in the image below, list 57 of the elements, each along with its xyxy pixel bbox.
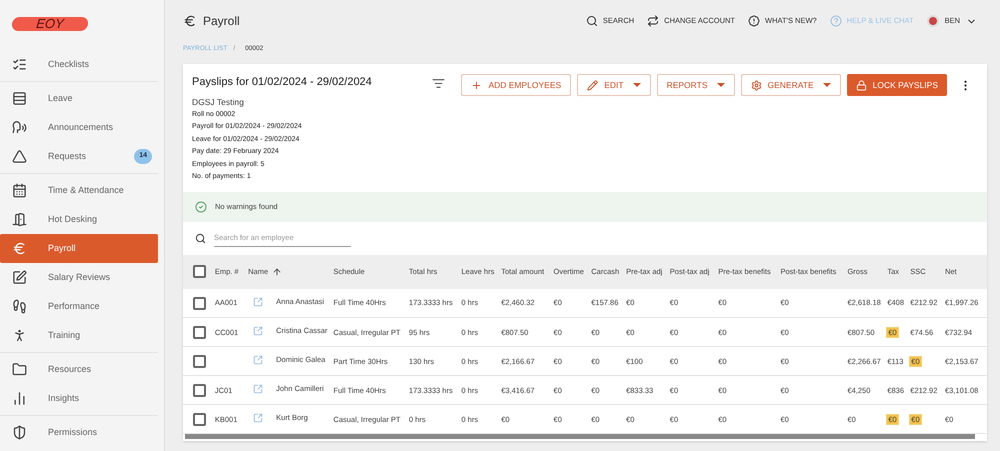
pen-square-icon: [12, 270, 27, 285]
person-icon: [12, 328, 27, 343]
caret-icon: [822, 83, 831, 87]
checkbox[interactable]: [193, 384, 206, 397]
action-button[interactable]: REPORTS: [656, 74, 734, 96]
settings-icon: [750, 80, 762, 90]
sidebar-item[interactable]: Hot Desking: [0, 205, 158, 234]
payslips-title: Payslips for 01/02/2024 - 29/02/2024: [192, 75, 373, 90]
footprints-icon: [12, 299, 27, 314]
sidebar-item[interactable]: Announcements: [0, 113, 158, 142]
swap-arrows-icon: [647, 15, 660, 27]
alert-badge-icon: [748, 15, 760, 27]
sidebar-item[interactable]: Salary Reviews: [0, 263, 158, 292]
action-button[interactable]: LOCK PAYSLIPS: [846, 74, 947, 96]
sidebar-item[interactable]: Insights: [0, 384, 158, 413]
check-circle-icon: [195, 200, 207, 213]
lock-icon: [856, 80, 867, 90]
sidebar-item[interactable]: Leave: [0, 84, 158, 113]
checklist-icon: [12, 57, 27, 72]
plus-icon: [471, 80, 482, 90]
triangle-icon: [12, 149, 27, 164]
checkbox[interactable]: [193, 412, 206, 426]
sidebar-item[interactable]: Training: [0, 321, 158, 350]
sidebar-item[interactable]: Resources: [0, 355, 158, 384]
company-name: DGSJ Testing: [192, 96, 245, 109]
action-button[interactable]: GENERATE: [740, 74, 841, 96]
checkbox[interactable]: [193, 326, 206, 339]
filter-icon[interactable]: [432, 77, 446, 90]
search-icon: [586, 15, 598, 27]
door-icon: [12, 212, 27, 227]
calendar-icon: [12, 183, 27, 198]
caret-icon: [716, 83, 724, 87]
help-icon: [830, 15, 842, 27]
checkbox[interactable]: [193, 265, 206, 278]
page-title: Payroll: [203, 13, 241, 30]
sidebar-item[interactable]: Payroll: [0, 234, 158, 263]
checkbox[interactable]: [193, 354, 206, 368]
folder-icon: [12, 362, 27, 377]
sidebar-item[interactable]: Time & Attendance: [0, 176, 158, 205]
sidebar-item[interactable]: Permissions: [0, 418, 158, 447]
logo[interactable]: EOY: [11, 17, 89, 31]
shield-icon: [12, 425, 27, 440]
action-button[interactable]: ADD EMPLOYEES: [461, 74, 572, 96]
search-icon: [195, 232, 206, 244]
speaking-person-icon: [12, 120, 27, 135]
bar-chart-icon: [12, 391, 27, 406]
rows-icon: [12, 91, 27, 106]
pencil-icon: [587, 80, 598, 90]
sort-arrow-icon[interactable]: [272, 266, 282, 277]
avatar-icon: [926, 15, 939, 27]
euro-icon: [12, 241, 27, 256]
sidebar-item[interactable]: Checklists: [0, 50, 158, 79]
checkbox[interactable]: [193, 296, 206, 310]
sidebar-item[interactable]: Performance: [0, 292, 158, 321]
caret-icon: [632, 83, 641, 87]
action-button[interactable]: EDIT: [577, 74, 651, 96]
euro-icon: [183, 14, 197, 28]
